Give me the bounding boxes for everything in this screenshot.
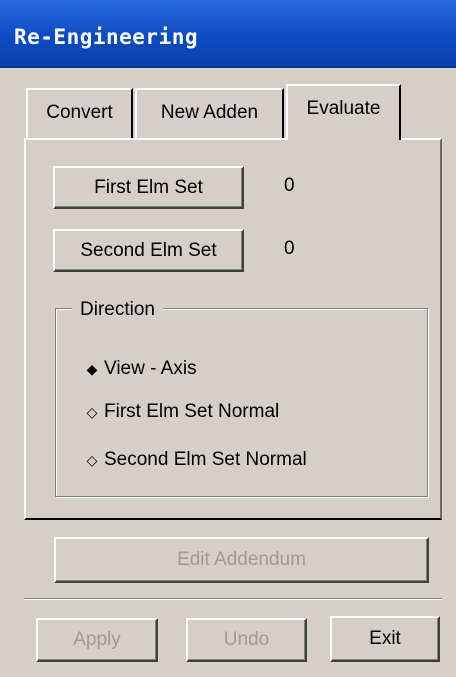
radio-second-elm-set-normal-label: Second Elm Set Normal (104, 449, 307, 470)
second-elm-set-count: 0 (284, 238, 295, 259)
second-elm-set-button[interactable]: Second Elm Set (53, 229, 244, 272)
radio-first-elm-set-normal[interactable]: ◇ First Elm Set Normal (84, 398, 280, 426)
re-engineering-window: Re-Engineering Convert New Adden Evaluat… (0, 0, 456, 677)
window-right-edge (442, 68, 456, 677)
tab-new-adden-label: New Adden (160, 102, 259, 123)
second-elm-set-label: Second Elm Set (80, 240, 217, 261)
tab-evaluate-label: Evaluate (306, 98, 381, 119)
radio-view-axis-label: View - Axis (104, 358, 197, 379)
tab-evaluate[interactable]: Evaluate (286, 84, 401, 140)
apply-button[interactable]: Apply (36, 618, 158, 662)
radio-unselected-icon: ◇ (86, 404, 98, 420)
first-elm-set-count: 0 (284, 175, 295, 196)
undo-label: Undo (223, 629, 270, 650)
first-elm-set-button[interactable]: First Elm Set (53, 166, 244, 209)
exit-button[interactable]: Exit (330, 616, 440, 662)
edit-addendum-label: Edit Addendum (177, 549, 306, 570)
apply-label: Apply (73, 629, 121, 650)
radio-unselected-icon: ◇ (86, 452, 98, 468)
tab-new-adden[interactable]: New Adden (135, 88, 284, 138)
direction-group-title: Direction (72, 299, 163, 321)
first-elm-set-label: First Elm Set (94, 177, 203, 198)
footer-divider (24, 598, 442, 600)
tab-convert[interactable]: Convert (26, 88, 133, 138)
undo-button[interactable]: Undo (186, 618, 307, 662)
title-bar[interactable]: Re-Engineering (0, 0, 456, 68)
exit-label: Exit (369, 628, 401, 649)
tab-convert-label: Convert (46, 102, 113, 123)
window-title: Re-Engineering (14, 25, 199, 49)
edit-addendum-button[interactable]: Edit Addendum (54, 537, 429, 583)
radio-first-elm-set-normal-label: First Elm Set Normal (104, 401, 280, 422)
radio-selected-icon: ◆ (86, 361, 98, 377)
radio-second-elm-set-normal[interactable]: ◇ Second Elm Set Normal (84, 446, 307, 474)
radio-view-axis[interactable]: ◆ View - Axis (84, 355, 197, 383)
